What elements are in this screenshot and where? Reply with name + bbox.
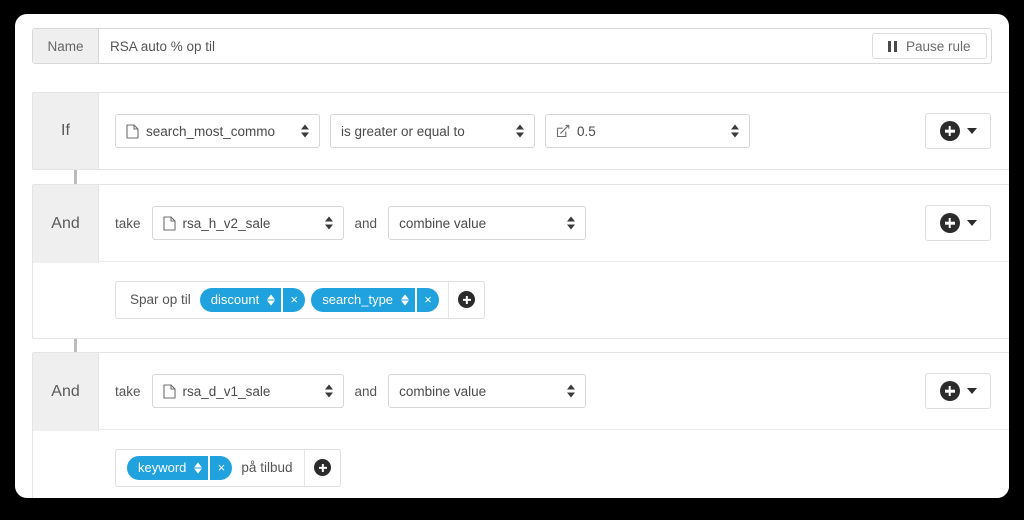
condition-block-and-2: And take rsa_d_v1_sale and combine value… (32, 352, 1009, 498)
rule-name-bar: Name RSA auto % op til Pause rule (32, 28, 992, 64)
pause-rule-button[interactable]: Pause rule (872, 33, 987, 59)
edit-square-icon (556, 124, 570, 138)
rule-editor-card: Name RSA auto % op til Pause rule If sea… (15, 14, 1009, 498)
token-label: discount (210, 292, 260, 307)
caret-down-icon (966, 220, 977, 226)
tag-bar: Spar op til discount × search_type × (115, 280, 486, 319)
field-select-value: search_most_commo (146, 123, 276, 139)
source-select[interactable]: rsa_d_v1_sale (151, 374, 344, 408)
caret-down-icon (966, 388, 977, 394)
and-label: and (354, 215, 378, 231)
chevron-updown-icon (267, 293, 276, 306)
token-select[interactable]: discount (200, 288, 281, 312)
source-select[interactable]: rsa_h_v2_sale (151, 206, 344, 240)
take-label: take (115, 215, 141, 231)
tag-suffix-text: på tilbud (241, 460, 293, 475)
tag-row: keyword × på tilbud (99, 429, 1009, 498)
condition-block-if: If search_most_commo is greater or equal (32, 92, 1009, 170)
add-condition-button[interactable] (925, 113, 991, 149)
token-select[interactable]: search_type (311, 288, 415, 312)
add-condition-button[interactable] (925, 373, 991, 409)
plus-circle-icon (939, 121, 960, 141)
add-token-button[interactable] (304, 449, 340, 486)
chevron-updown-icon (401, 293, 410, 306)
tag-bar: keyword × på tilbud (115, 448, 342, 487)
chevron-updown-icon (324, 384, 334, 399)
chevron-updown-icon (516, 124, 525, 139)
plus-circle-icon (458, 291, 476, 308)
source-select-value: rsa_h_v2_sale (182, 215, 271, 231)
comparator-select[interactable]: is greater or equal to (330, 114, 535, 148)
chevron-updown-icon (567, 216, 576, 231)
token-remove-icon[interactable]: × (281, 287, 305, 312)
token-tag: discount × (199, 287, 306, 312)
combine-select-value: combine value (399, 383, 487, 399)
document-icon (162, 383, 176, 399)
rule-name-label: Name (33, 29, 99, 63)
document-icon (126, 123, 139, 139)
condition-block-and-1: And take rsa_h_v2_sale and combine value… (32, 184, 1009, 339)
take-row: take rsa_h_v2_sale and combine value (99, 185, 1009, 261)
add-token-button[interactable] (448, 281, 484, 318)
value-select-value: 0.5 (577, 123, 596, 139)
tag-row: Spar op til discount × search_type × (99, 261, 1009, 337)
pause-rule-label: Pause rule (905, 38, 971, 54)
combine-select-value: combine value (399, 215, 487, 231)
combine-select[interactable]: combine value (388, 374, 587, 408)
condition-row: search_most_commo is greater or equal to (99, 93, 1009, 169)
comparator-select-value: is greater or equal to (341, 123, 465, 139)
chevron-updown-icon (731, 124, 740, 139)
token-tag: search_type × (311, 287, 440, 312)
combine-select[interactable]: combine value (388, 206, 587, 240)
pause-icon (888, 40, 897, 52)
plus-circle-icon (314, 459, 332, 476)
token-remove-icon[interactable]: × (208, 455, 232, 480)
operator-label-if: If (33, 93, 99, 169)
caret-down-icon (966, 128, 977, 134)
plus-circle-icon (939, 381, 960, 401)
chevron-updown-icon (324, 216, 334, 231)
value-select[interactable]: 0.5 (545, 114, 750, 148)
rule-name-input[interactable]: RSA auto % op til (99, 29, 872, 63)
plus-circle-icon (939, 213, 960, 233)
chevron-updown-icon (194, 461, 203, 474)
take-row: take rsa_d_v1_sale and combine value (99, 353, 1009, 429)
token-tag: keyword × (127, 455, 233, 480)
field-select[interactable]: search_most_commo (115, 114, 320, 148)
add-condition-button[interactable] (925, 205, 991, 241)
and-label: and (354, 383, 378, 399)
operator-label-and: And (33, 185, 99, 263)
token-label: search_type (322, 292, 394, 307)
source-select-value: rsa_d_v1_sale (182, 383, 271, 399)
operator-label-and: And (33, 353, 99, 431)
take-label: take (115, 383, 141, 399)
chevron-updown-icon (567, 384, 576, 399)
tag-prefix-text: Spar op til (130, 292, 191, 307)
chevron-updown-icon (301, 124, 310, 139)
token-remove-icon[interactable]: × (415, 287, 439, 312)
token-label: keyword (138, 460, 187, 475)
document-icon (162, 215, 176, 231)
token-select[interactable]: keyword (127, 456, 208, 480)
